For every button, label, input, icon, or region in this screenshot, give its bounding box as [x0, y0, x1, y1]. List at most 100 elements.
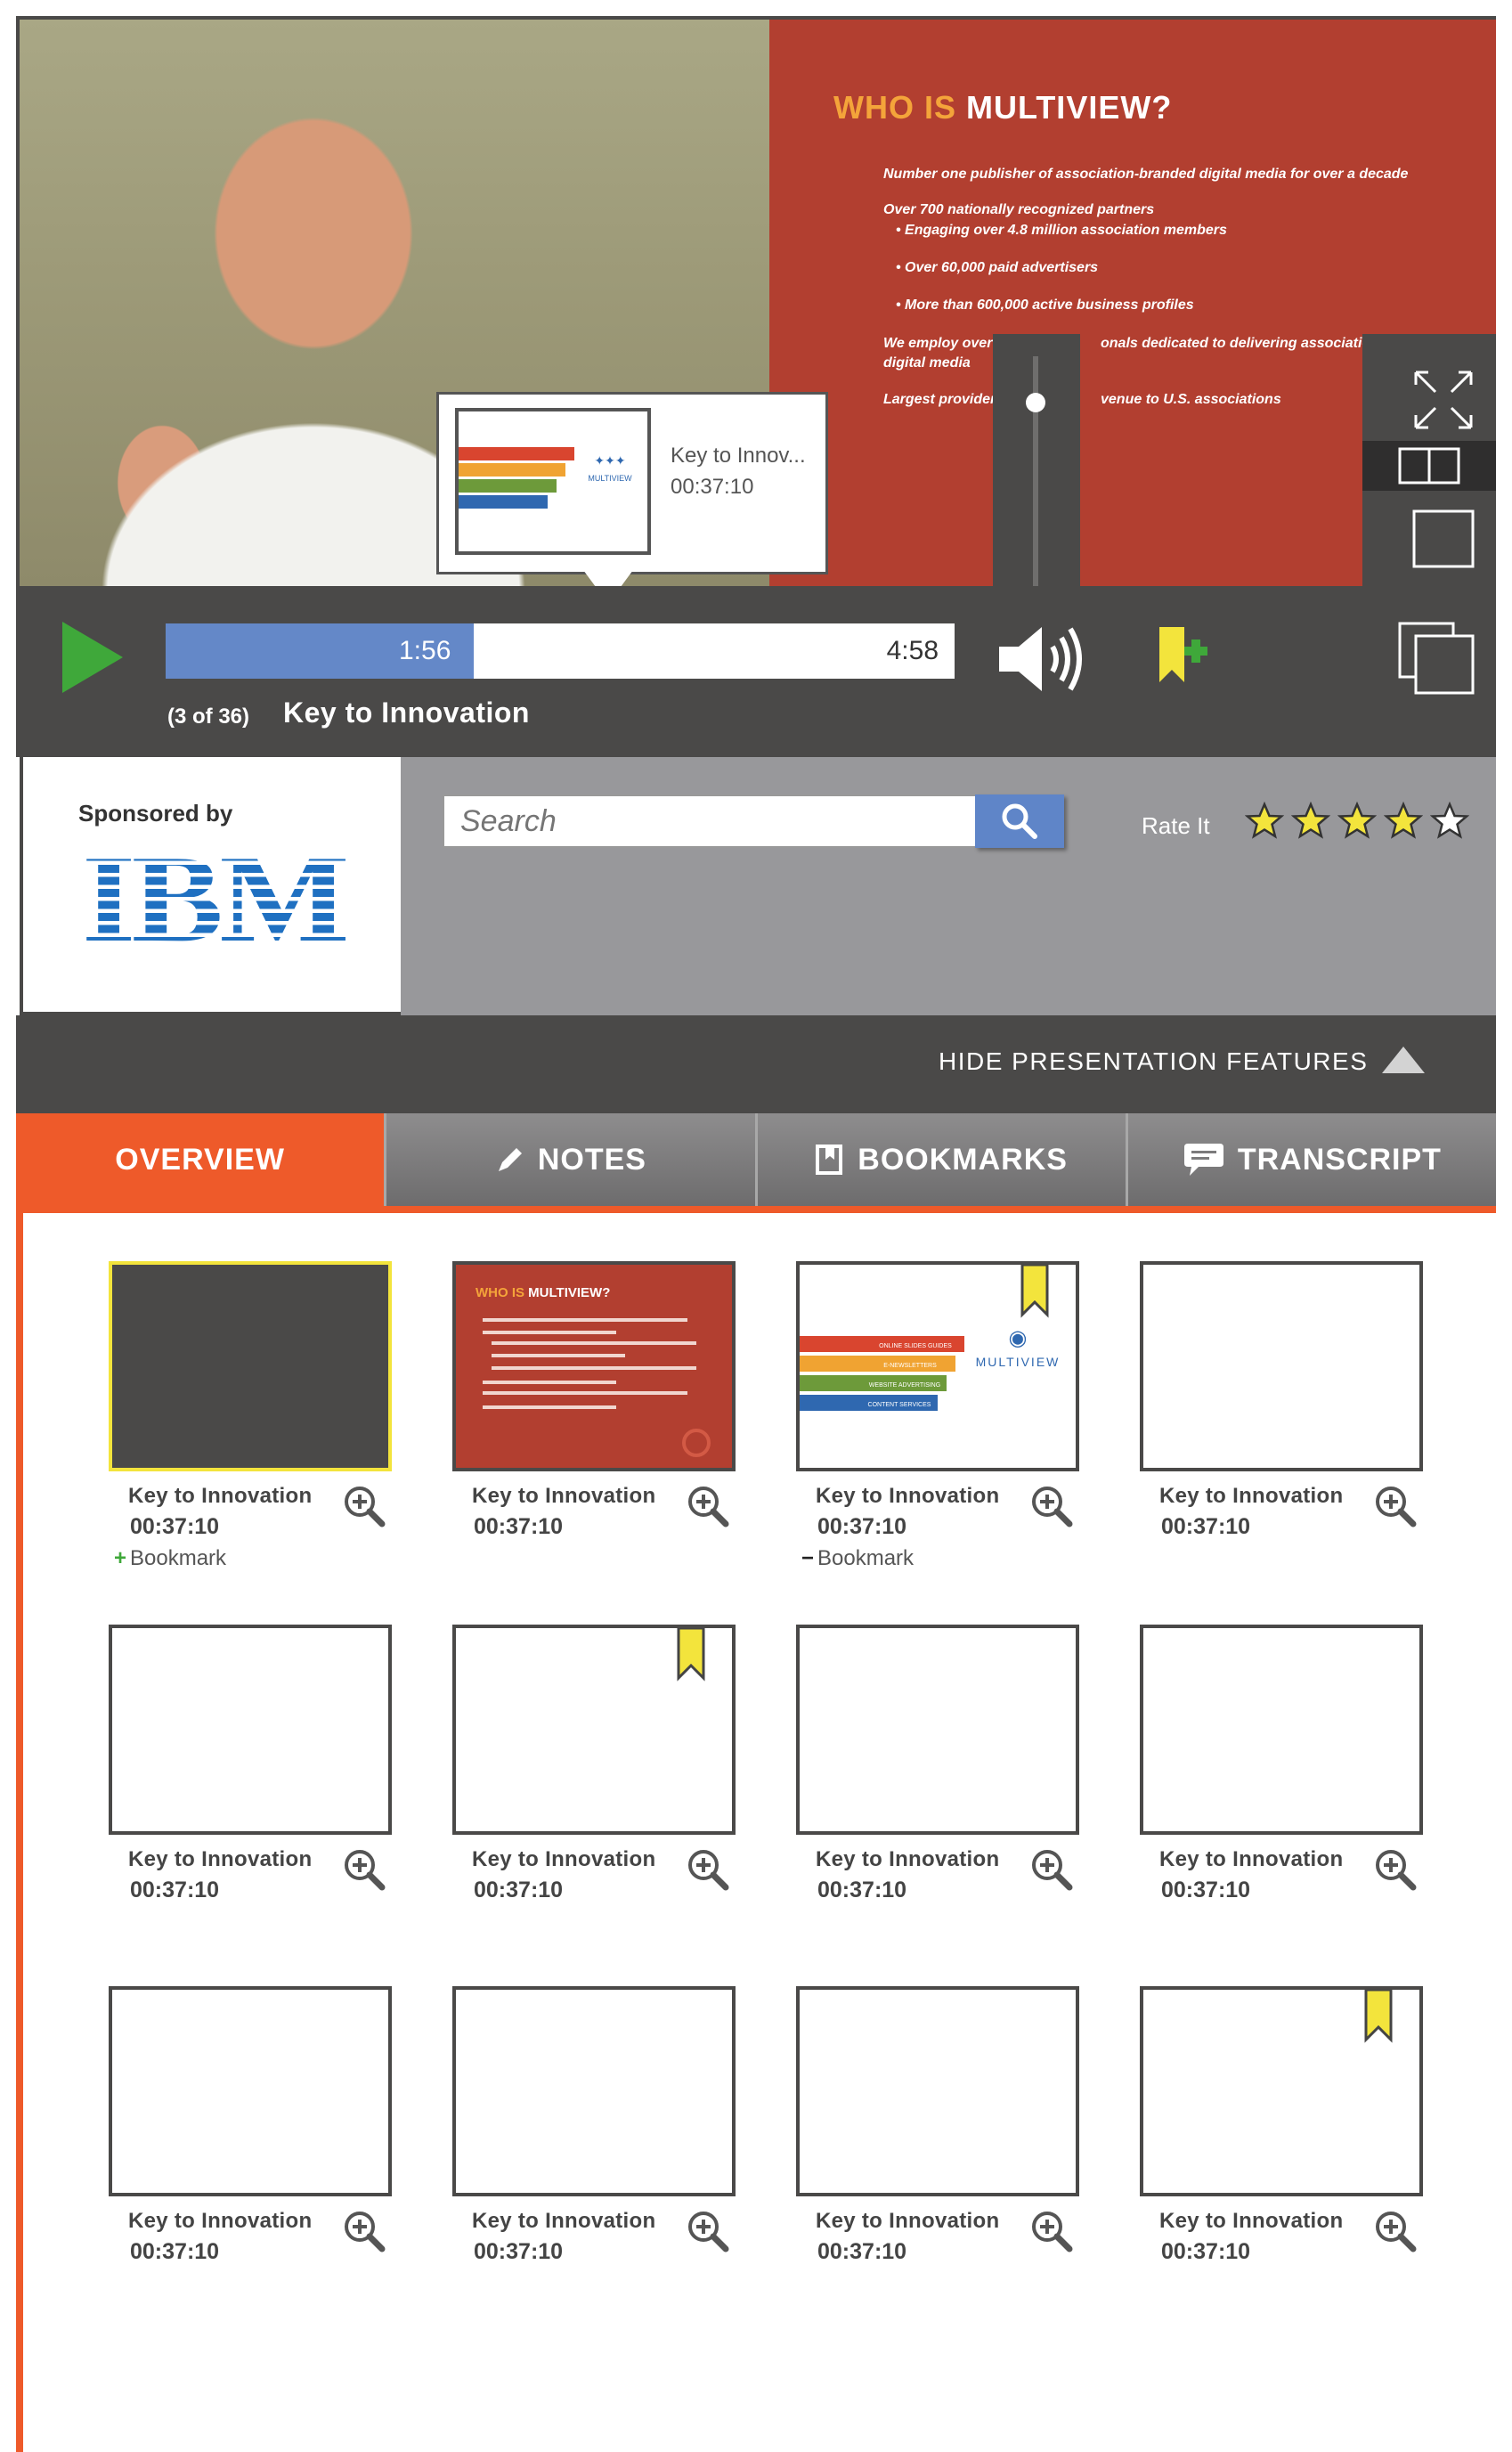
slide-text-line: • More than 600,000 active business prof…: [896, 297, 1194, 313]
slide-thumbnail[interactable]: [1140, 1625, 1423, 1835]
thumbnail-time: 00:37:10: [817, 1514, 907, 1539]
slide-thumbnail[interactable]: [452, 1986, 736, 2196]
tab-bookmarks[interactable]: BOOKMARKS: [757, 1113, 1128, 1206]
slide-thumbnail[interactable]: [109, 1261, 392, 1471]
bookmark-flag-icon[interactable]: [675, 1628, 709, 1682]
slide-thumbnail-card: Key to Innovation 00:37:10: [452, 1986, 737, 2264]
add-bookmark-button[interactable]: [1154, 623, 1218, 691]
slide-text-line: digital media: [883, 355, 971, 371]
collapse-arrow-icon[interactable]: [1382, 1047, 1425, 1073]
hide-features-bar: HIDE PRESENTATION FEATURES: [16, 1015, 1496, 1113]
tab-notes[interactable]: NOTES: [386, 1113, 758, 1206]
speaker-icon: [999, 627, 1082, 691]
svg-text:E-NEWSLETTERS: E-NEWSLETTERS: [883, 1363, 937, 1369]
thumbnail-time: 00:37:10: [474, 2239, 564, 2264]
slide-thumbnail-card: ONLINE SLIDES GUIDES E-NEWSLETTERS WEBSITE…: [796, 1261, 1081, 1570]
bookmark-flag-icon[interactable]: [1019, 1265, 1053, 1318]
popout-icon: [1398, 622, 1475, 695]
slide-thumbnail-card: Key to Innovation 00:37:10: [452, 1625, 737, 1902]
slide-thumbnail[interactable]: [796, 1625, 1079, 1835]
slide-thumbnail[interactable]: [109, 1625, 392, 1835]
rating-stars: [1245, 802, 1469, 841]
zoom-in-icon[interactable]: [686, 1847, 730, 1892]
thumbnail-time: 00:37:10: [817, 1878, 907, 1902]
play-button[interactable]: [62, 622, 123, 693]
zoom-in-icon[interactable]: [342, 2209, 386, 2253]
sponsor-label: Sponsored by: [78, 800, 233, 827]
volume-knob[interactable]: [1026, 393, 1045, 412]
thumbnail-time: 00:37:10: [130, 1514, 220, 1539]
tab-underline: [16, 1206, 1496, 1213]
thumbnail-time: 00:37:10: [1161, 1514, 1251, 1539]
star-filled-icon[interactable]: [1384, 802, 1423, 841]
split-view-icon: [1398, 447, 1460, 485]
volume-button[interactable]: [996, 622, 1093, 696]
single-view-icon: [1412, 509, 1475, 568]
bookmark-add-icon: [1159, 627, 1207, 682]
bookmark-icon: [816, 1145, 843, 1175]
slide-thumbnail[interactable]: [796, 1986, 1079, 2196]
star-empty-icon[interactable]: [1430, 802, 1469, 841]
zoom-in-icon[interactable]: [1029, 1484, 1074, 1528]
hide-features-link[interactable]: HIDE PRESENTATION FEATURES: [939, 1047, 1368, 1076]
zoom-in-icon[interactable]: [342, 1484, 386, 1528]
slide-thumbnail[interactable]: [1140, 1261, 1423, 1471]
slide-thumbnail-card: Key to Innovation 00:37:10: [1140, 1625, 1425, 1902]
zoom-in-icon[interactable]: [1029, 1847, 1074, 1892]
zoom-in-icon[interactable]: [1373, 2209, 1418, 2253]
zoom-in-icon[interactable]: [1373, 1847, 1418, 1892]
bookmark-flag-icon[interactable]: [1362, 1990, 1396, 2043]
slide-thumbnail-card: Key to Innovation 00:37:10: [796, 1625, 1081, 1902]
view-mode-panel: [1362, 334, 1496, 586]
split-view-button[interactable]: [1362, 441, 1496, 491]
search-input[interactable]: [443, 794, 977, 848]
thumbnail-title: Key to Innovation: [472, 1847, 656, 1871]
thumbnail-title: Key to Innovation: [816, 1484, 1000, 1508]
tab-transcript[interactable]: TRANSCRIPT: [1127, 1113, 1496, 1206]
thumbnail-title: Key to Innovation: [816, 2209, 1000, 2233]
slide-text-line: venue to U.S. associations: [1101, 392, 1281, 407]
star-filled-icon[interactable]: [1245, 802, 1284, 841]
volume-track[interactable]: [1033, 356, 1038, 586]
slide-thumbnail[interactable]: [452, 1625, 736, 1835]
tab-label: BOOKMARKS: [858, 1142, 1068, 1177]
zoom-in-icon[interactable]: [342, 1847, 386, 1892]
slide-thumbnail[interactable]: WHO IS MULTIVIEW?: [452, 1261, 736, 1471]
zoom-in-icon[interactable]: [1373, 1484, 1418, 1528]
tooltip-title: Key to Innov...: [671, 444, 806, 468]
thumbnail-time: 00:37:10: [130, 2239, 220, 2264]
ibm-logo[interactable]: IBM: [80, 830, 350, 968]
star-filled-icon[interactable]: [1337, 802, 1377, 841]
content-left-rule: [16, 1206, 23, 2452]
star-filled-icon[interactable]: [1291, 802, 1330, 841]
svg-text:◉: ◉: [1009, 1326, 1028, 1350]
single-view-button[interactable]: [1411, 508, 1475, 570]
slide-thumbnail[interactable]: [109, 1986, 392, 2196]
zoom-in-icon[interactable]: [686, 1484, 730, 1528]
fullscreen-button[interactable]: [1411, 368, 1475, 432]
search-button[interactable]: [975, 794, 1064, 848]
bookmark-link-label: Bookmark: [817, 1546, 915, 1570]
slide-thumbnail-card: Key to Innovation 00:37:10: [109, 1625, 394, 1902]
add-bookmark-link[interactable]: + Bookmark: [114, 1546, 226, 1571]
zoom-in-icon[interactable]: [686, 2209, 730, 2253]
slide-text-line: • Engaging over 4.8 million association …: [896, 223, 1227, 238]
popout-window-button[interactable]: [1396, 618, 1478, 698]
pencil-icon: [498, 1148, 522, 1171]
current-slide-title: Key to Innovation: [283, 696, 530, 729]
thumbnail-time: 00:37:10: [130, 1878, 220, 1902]
zoom-in-icon[interactable]: [1029, 2209, 1074, 2253]
slide-thumbnail[interactable]: [1140, 1986, 1423, 2196]
tab-label: NOTES: [537, 1142, 646, 1177]
slide-thumbnail-card: Key to Innovation 00:37:10: [1140, 1261, 1425, 1539]
tab-label: TRANSCRIPT: [1237, 1142, 1442, 1177]
thumbnail-title: Key to Innovation: [1159, 1847, 1344, 1871]
remove-bookmark-link[interactable]: − Bookmark: [801, 1546, 914, 1571]
slide-thumbnail[interactable]: ONLINE SLIDES GUIDES E-NEWSLETTERS WEBSITE…: [796, 1261, 1079, 1471]
bookmark-link-label: Bookmark: [130, 1546, 227, 1570]
svg-text:IBM: IBM: [82, 841, 346, 949]
rate-it-label: Rate It: [1142, 812, 1210, 839]
progress-bar[interactable]: 1:56 4:58: [166, 623, 955, 679]
thumbnail-title: Key to Innovation: [1159, 2209, 1344, 2233]
tab-overview[interactable]: OVERVIEW: [16, 1113, 387, 1206]
